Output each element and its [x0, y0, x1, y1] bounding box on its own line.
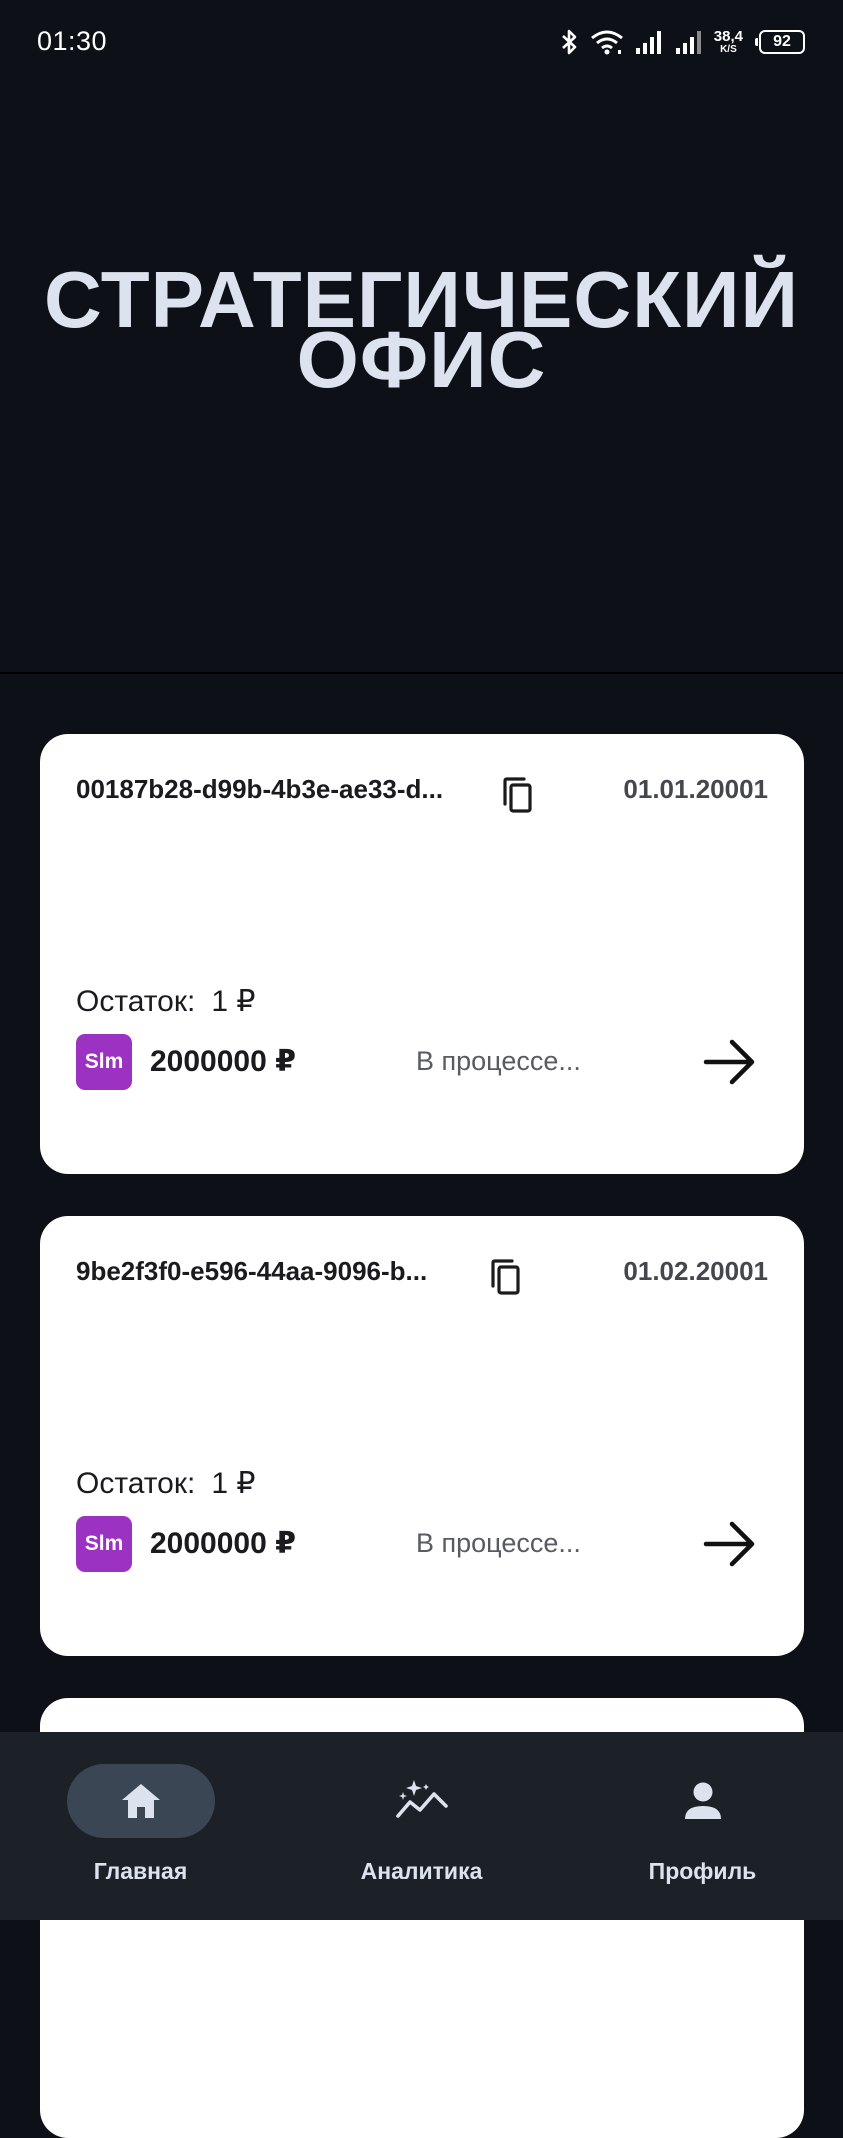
page-title: СТРАТЕГИЧЕСКИЙ ОФИС [0, 260, 843, 400]
nav-label-analytics: Аналитика [360, 1858, 483, 1884]
balance-label: Остаток: [76, 985, 196, 1018]
status-time: 01:30 [37, 26, 108, 56]
home-icon [121, 1784, 160, 1818]
nav-item-home[interactable]: Главная [0, 1764, 281, 1885]
order-card[interactable]: 9be2f3f0-e596-44aa-9096-b... 01.02.20001… [40, 1216, 804, 1656]
card-id: 00187b28-d99b-4b3e-ae33-d... [76, 774, 444, 804]
card-date: 01.02.20001 [623, 1256, 768, 1286]
balance: Остаток: 1 ₽ [76, 1466, 255, 1501]
status-text: В процессе... [416, 1046, 581, 1076]
balance-label: Остаток: [76, 1467, 196, 1500]
amount: 2000000 ₽ [150, 1045, 297, 1078]
nav-label-profile: Профиль [648, 1858, 757, 1884]
nav-label-home: Главная [93, 1858, 188, 1884]
network-speed-value: 38,4 [713, 28, 743, 45]
analytics-icon [395, 1780, 448, 1818]
bottom-nav: Главная Аналитика Профиль [0, 1732, 843, 1920]
amount: 2000000 ₽ [150, 1527, 297, 1560]
nav-pill[interactable] [348, 1764, 496, 1838]
arrow-right-icon[interactable] [702, 1034, 758, 1090]
nav-item-analytics[interactable]: Аналитика [281, 1764, 562, 1885]
card-footer: Slm 2000000 ₽ В процессе... [76, 1034, 768, 1090]
card-footer: Slm 2000000 ₽ В процессе... [76, 1516, 768, 1572]
copy-icon[interactable] [488, 1258, 522, 1296]
status-text: В процессе... [416, 1528, 581, 1558]
balance-value: 1 ₽ [211, 985, 256, 1018]
balance: Остаток: 1 ₽ [76, 984, 255, 1019]
order-card[interactable]: 00187b28-d99b-4b3e-ae33-d... 01.01.20001… [40, 734, 804, 1174]
battery-icon: 92 [755, 30, 805, 54]
card-id: 9be2f3f0-e596-44aa-9096-b... [76, 1256, 428, 1286]
arrow-right-icon[interactable] [702, 1516, 758, 1572]
signal-icon [675, 31, 701, 54]
currency-badge: Slm [76, 1516, 132, 1572]
bluetooth-icon [561, 29, 577, 55]
copy-icon[interactable] [500, 776, 534, 814]
card-date: 01.01.20001 [623, 774, 768, 804]
wifi-icon [590, 30, 623, 55]
divider [0, 672, 843, 674]
currency-badge: Slm [76, 1034, 132, 1090]
status-icons: 38,4 K/S 92 [560, 24, 805, 60]
balance-value: 1 ₽ [211, 1467, 256, 1500]
nav-item-profile[interactable]: Профиль [562, 1764, 843, 1885]
profile-icon [684, 1782, 721, 1819]
status-bar: 01:30 38,4 K/S 92 [0, 0, 843, 86]
nav-pill-active[interactable] [66, 1764, 215, 1838]
nav-pill[interactable] [629, 1764, 777, 1838]
battery-level: 92 [773, 33, 791, 50]
network-speed-unit: K/S [720, 44, 737, 55]
network-speed: 38,4 K/S [714, 29, 743, 55]
signal-icon [635, 31, 661, 54]
